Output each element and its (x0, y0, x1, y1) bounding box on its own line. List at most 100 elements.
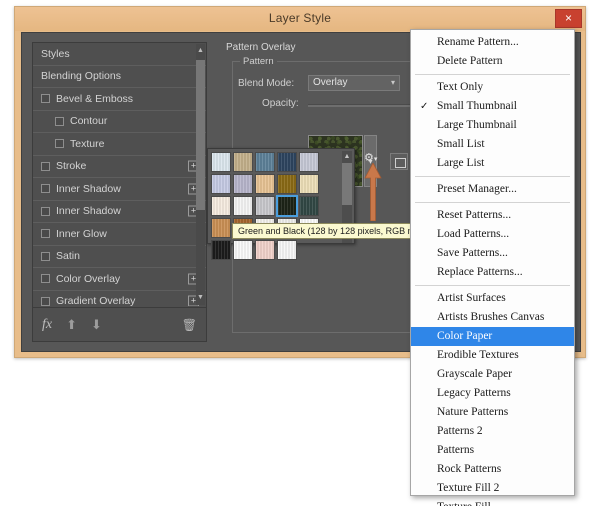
pattern-swatch-white-paper-4[interactable] (277, 240, 297, 260)
menu-item-reset-patterns[interactable]: Reset Patterns... (411, 206, 574, 225)
checkbox[interactable] (41, 184, 50, 194)
menu-item-load-patterns[interactable]: Load Patterns... (411, 225, 574, 244)
pattern-swatch-white-paper[interactable] (233, 196, 253, 216)
pattern-swatch-pink-paper[interactable] (255, 240, 275, 260)
pattern-swatch-white-paper-3[interactable] (233, 240, 253, 260)
dialog-titlebar[interactable]: Layer Style × (15, 7, 585, 31)
pattern-context-menu[interactable]: Rename Pattern... Delete Pattern Text Only… (410, 29, 575, 506)
styles-list-item-label: Blending Options (41, 70, 121, 83)
pattern-swatch-black-texture[interactable] (211, 240, 231, 260)
checkbox[interactable] (41, 94, 50, 104)
menu-item-label: Rock Patterns (437, 463, 502, 475)
menu-item-texture-fill-2[interactable]: Texture Fill 2 (411, 479, 574, 498)
pattern-swatch-light-blue-paper[interactable] (211, 152, 231, 172)
blend-mode-select[interactable]: Overlay ▾ (308, 75, 400, 91)
styles-list-item-inner-glow[interactable]: Inner Glow (33, 223, 206, 246)
pattern-swatch-medium-blue-paper[interactable] (255, 152, 275, 172)
pattern-swatch-silver-paper[interactable] (255, 196, 275, 216)
menu-item-large-thumbnail[interactable]: Large Thumbnail (411, 116, 574, 135)
menu-item-label: Large List (437, 157, 485, 169)
menu-item-small-list[interactable]: Small List (411, 135, 574, 154)
menu-separator (415, 202, 570, 203)
menu-separator (415, 74, 570, 75)
checkbox[interactable] (41, 161, 50, 171)
pattern-swatch-grid[interactable] (210, 151, 338, 261)
styles-list-item-label: Bevel & Emboss (56, 92, 134, 105)
pattern-swatch-olive-gold-paper[interactable] (277, 174, 297, 194)
menu-item-label: Preset Manager... (437, 183, 517, 195)
picker-scrollbar-thumb[interactable] (342, 163, 352, 205)
menu-item-large-list[interactable]: Large List (411, 154, 574, 173)
pattern-swatch-tan-paper[interactable] (233, 152, 253, 172)
styles-list-item-styles[interactable]: Styles (33, 43, 206, 66)
checkbox[interactable] (55, 139, 64, 149)
move-up-icon[interactable]: ⬆ (66, 317, 77, 333)
menu-item-label: Grayscale Paper (437, 368, 513, 380)
menu-item-replace-patterns[interactable]: Replace Patterns... (411, 263, 574, 282)
move-down-icon[interactable]: ⬇ (91, 317, 102, 333)
trash-icon[interactable]: 🗑 (182, 318, 197, 332)
checkbox[interactable] (41, 251, 50, 261)
styles-list-item-bevel-emboss[interactable]: Bevel & Emboss (33, 88, 206, 111)
styles-scrollbar[interactable]: ▲ ▼ (196, 44, 205, 305)
menu-item-legacy-patterns[interactable]: Legacy Patterns (411, 384, 574, 403)
styles-list-item-blending-options[interactable]: Blending Options (33, 66, 206, 88)
pattern-swatch-light-gray-paper[interactable] (299, 152, 319, 172)
styles-list-item-texture[interactable]: Texture (33, 133, 206, 156)
fx-icon[interactable]: fx (42, 317, 52, 333)
styles-list-item-label: Gradient Overlay (56, 295, 136, 306)
menu-item-color-paper[interactable]: Color Paper (411, 327, 574, 346)
checkbox[interactable] (55, 116, 64, 126)
checkbox[interactable] (41, 206, 50, 216)
styles-list-item-label: Inner Shadow (56, 182, 121, 195)
styles-list-item-inner-shadow[interactable]: Inner Shadow + (33, 178, 206, 201)
chevron-down-icon: ▾ (390, 78, 395, 87)
menu-item-label: Artist Surfaces (437, 292, 506, 304)
pattern-swatch-pale-lavender-paper[interactable] (233, 174, 253, 194)
menu-item-artist-surfaces[interactable]: Artist Surfaces (411, 289, 574, 308)
menu-item-text-only[interactable]: Text Only (411, 78, 574, 97)
menu-item-small-thumbnail[interactable]: ✓ Small Thumbnail (411, 97, 574, 116)
styles-list-item-satin[interactable]: Satin (33, 246, 206, 268)
scroll-up-icon[interactable]: ▲ (196, 44, 205, 58)
pattern-swatch-green-and-black[interactable] (276, 195, 298, 217)
menu-item-grayscale-paper[interactable]: Grayscale Paper (411, 365, 574, 384)
styles-list-item-contour[interactable]: Contour (33, 111, 206, 133)
blend-mode-label: Blend Mode: (238, 78, 295, 89)
styles-list-item-inner-shadow[interactable]: Inner Shadow + (33, 201, 206, 223)
styles-list-item-gradient-overlay[interactable]: Gradient Overlay + (33, 291, 206, 306)
pattern-swatch-ivory-paper[interactable] (211, 196, 231, 216)
new-preset-icon[interactable] (390, 153, 408, 170)
styles-list-item-color-overlay[interactable]: Color Overlay + (33, 268, 206, 291)
menu-item-nature-patterns[interactable]: Nature Patterns (411, 403, 574, 422)
menu-item-preset-manager[interactable]: Preset Manager... (411, 180, 574, 199)
pattern-swatch-dark-teal-texture[interactable] (299, 196, 319, 216)
styles-list[interactable]: Styles Blending Options Bevel & Emboss Cont… (33, 43, 206, 306)
checkbox[interactable] (41, 229, 50, 239)
scroll-down-icon[interactable]: ▼ (196, 291, 205, 305)
menu-item-rename-pattern[interactable]: Rename Pattern... (411, 33, 574, 52)
menu-item-save-patterns[interactable]: Save Patterns... (411, 244, 574, 263)
pattern-swatch-navy-paper[interactable] (277, 152, 297, 172)
menu-item-label: Replace Patterns... (437, 266, 523, 278)
menu-item-delete-pattern[interactable]: Delete Pattern (411, 52, 574, 71)
styles-list-item-label: Texture (70, 137, 105, 150)
menu-item-texture-fill[interactable]: Texture Fill (411, 498, 574, 506)
menu-item-patterns[interactable]: Patterns (411, 441, 574, 460)
pattern-swatch-cream-paper[interactable] (299, 174, 319, 194)
menu-item-erodible-textures[interactable]: Erodible Textures (411, 346, 574, 365)
blend-mode-value: Overlay (313, 77, 348, 88)
menu-item-patterns-2[interactable]: Patterns 2 (411, 422, 574, 441)
menu-item-rock-patterns[interactable]: Rock Patterns (411, 460, 574, 479)
picker-scroll-up-icon[interactable]: ▲ (342, 151, 352, 162)
checkbox[interactable] (41, 296, 50, 306)
checkbox[interactable] (41, 274, 50, 284)
styles-list-item-stroke[interactable]: Stroke + (33, 156, 206, 178)
pattern-swatch-camel-texture[interactable] (211, 218, 231, 238)
pattern-swatch-lavender-paper[interactable] (211, 174, 231, 194)
pattern-swatch-peach-paper[interactable] (255, 174, 275, 194)
menu-item-artists-brushes-canvas[interactable]: Artists Brushes Canvas (411, 308, 574, 327)
scrollbar-thumb[interactable] (196, 60, 205, 210)
opacity-slider-track[interactable] (308, 104, 418, 107)
close-icon[interactable]: × (555, 9, 582, 28)
